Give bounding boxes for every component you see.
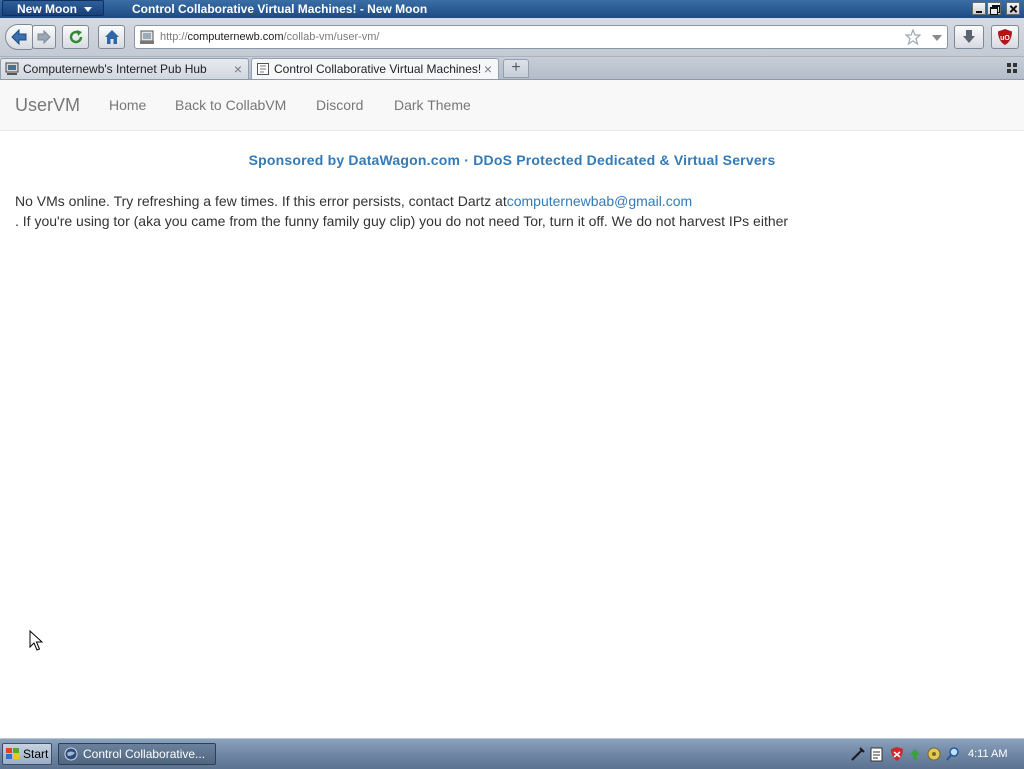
speaker-icon[interactable] bbox=[926, 746, 942, 762]
taskbar: Start Control Collaborative... 4:11 AM bbox=[0, 738, 1024, 769]
tab-close-icon[interactable]: × bbox=[484, 59, 492, 79]
taskbar-window-label: Control Collaborative... bbox=[83, 747, 206, 761]
chevron-down-icon bbox=[84, 7, 92, 12]
tab-label: Control Collaborative Virtual Machines! bbox=[274, 62, 482, 76]
ublock-button[interactable]: uO bbox=[991, 25, 1019, 49]
site-navbar: UserVM Home Back to CollabVM Discord Dar… bbox=[0, 80, 1024, 131]
security-shield-icon[interactable] bbox=[889, 746, 905, 762]
list-all-tabs-icon[interactable] bbox=[1007, 63, 1019, 75]
minimize-button[interactable] bbox=[972, 2, 986, 15]
downloads-button[interactable] bbox=[954, 25, 984, 49]
restore-button[interactable] bbox=[987, 2, 1001, 15]
magnifier-icon[interactable] bbox=[945, 746, 961, 762]
new-tab-button[interactable]: + bbox=[503, 59, 529, 78]
reload-icon bbox=[69, 30, 82, 44]
reload-button[interactable] bbox=[62, 25, 89, 49]
back-button[interactable] bbox=[5, 24, 33, 50]
nav-link-dark-theme[interactable]: Dark Theme bbox=[394, 80, 471, 130]
network-tool-icon[interactable] bbox=[850, 746, 866, 762]
app-menu-label: New Moon bbox=[17, 2, 77, 16]
site-brand-link[interactable]: UserVM bbox=[15, 80, 80, 130]
contact-email-link[interactable]: computernewbab@gmail.com bbox=[507, 193, 692, 209]
home-icon bbox=[104, 30, 119, 44]
url-text: http://computernewb.com/collab-vm/user-v… bbox=[160, 26, 380, 48]
url-history-dropdown-icon[interactable] bbox=[932, 35, 942, 41]
taskbar-clock[interactable]: 4:11 AM bbox=[968, 739, 1008, 769]
start-label: Start bbox=[23, 747, 49, 761]
nav-link-back-to-collabvm[interactable]: Back to CollabVM bbox=[175, 80, 286, 130]
plus-icon: + bbox=[511, 59, 521, 76]
back-arrow-icon bbox=[11, 29, 27, 45]
tab-strip: Computernewb's Internet Pub Hub × Contro… bbox=[0, 57, 1024, 80]
tor-notice-text: . If you're using tor (aka you came from… bbox=[15, 213, 789, 229]
notepad-icon[interactable] bbox=[869, 746, 885, 762]
window-titlebar: New Moon Control Collaborative Virtual M… bbox=[0, 0, 1024, 18]
forward-button[interactable] bbox=[32, 25, 56, 49]
forward-arrow-icon bbox=[37, 30, 51, 44]
svg-text:uO: uO bbox=[1000, 35, 1010, 42]
tab-label: Computernewb's Internet Pub Hub bbox=[23, 62, 207, 76]
update-arrow-icon[interactable] bbox=[907, 746, 923, 762]
navigation-toolbar: http://computernewb.com/collab-vm/user-v… bbox=[0, 18, 1024, 57]
home-button[interactable] bbox=[98, 25, 125, 49]
error-message: No VMs online. Try refreshing a few time… bbox=[15, 191, 1015, 231]
error-message-text: No VMs online. Try refreshing a few time… bbox=[15, 193, 507, 209]
bookmark-star-icon[interactable] bbox=[905, 29, 921, 45]
mouse-pointer-icon bbox=[29, 630, 43, 651]
nav-link-discord[interactable]: Discord bbox=[316, 80, 363, 130]
windows-logo-icon bbox=[6, 748, 19, 759]
taskbar-window-button[interactable]: Control Collaborative... bbox=[58, 743, 216, 765]
close-window-button[interactable] bbox=[1006, 2, 1020, 15]
url-scheme: http:// bbox=[160, 31, 188, 43]
url-path: /collab-vm/user-vm/ bbox=[283, 31, 380, 43]
sponsor-banner-link[interactable]: Sponsored by DataWagon.com · DDoS Protec… bbox=[0, 152, 1024, 168]
nav-link-home[interactable]: Home bbox=[109, 80, 146, 130]
tab-close-icon[interactable]: × bbox=[234, 59, 242, 79]
start-button[interactable]: Start bbox=[2, 743, 52, 765]
computer-favicon-icon bbox=[5, 62, 19, 75]
page-favicon-icon bbox=[257, 63, 269, 75]
browser-globe-icon bbox=[64, 747, 78, 761]
tab-pub-hub[interactable]: Computernewb's Internet Pub Hub × bbox=[0, 58, 249, 79]
tab-collab-vm[interactable]: Control Collaborative Virtual Machines! … bbox=[251, 58, 499, 79]
ublock-shield-icon: uO bbox=[998, 29, 1012, 45]
app-menu-button[interactable]: New Moon bbox=[2, 0, 104, 16]
system-tray bbox=[846, 744, 960, 764]
window-title: Control Collaborative Virtual Machines! … bbox=[132, 2, 428, 16]
page-content: UserVM Home Back to CollabVM Discord Dar… bbox=[0, 80, 1024, 738]
site-identity-icon[interactable] bbox=[139, 29, 155, 45]
download-arrow-icon bbox=[963, 30, 975, 43]
address-bar[interactable]: http://computernewb.com/collab-vm/user-v… bbox=[134, 25, 948, 49]
url-host: computernewb.com bbox=[187, 31, 284, 43]
